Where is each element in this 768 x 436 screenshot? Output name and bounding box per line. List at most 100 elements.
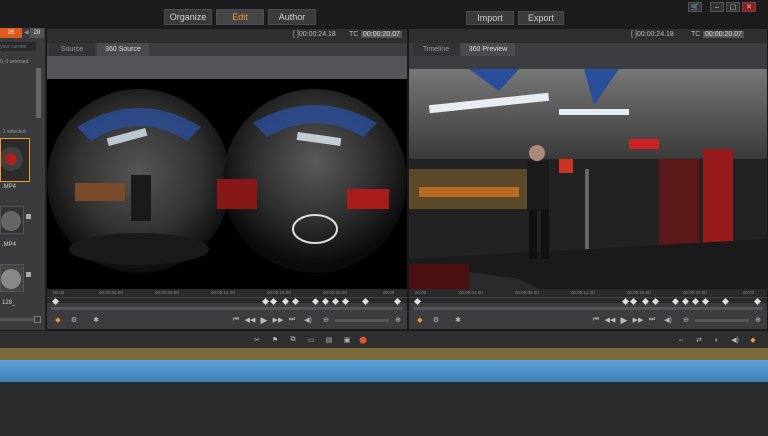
source-keyframe-track[interactable]	[47, 297, 407, 306]
go-to-end-icon[interactable]: ⏭	[647, 315, 657, 325]
zoom-slider[interactable]	[0, 318, 34, 321]
keyframe[interactable]	[269, 297, 278, 306]
clip-thumbnail[interactable]	[0, 264, 24, 292]
keyframe[interactable]	[681, 297, 690, 306]
source-viewer[interactable]	[47, 79, 407, 289]
keyframe[interactable]	[621, 297, 630, 306]
keyframe[interactable]	[341, 297, 350, 306]
preview-tc-label: TC	[691, 31, 701, 38]
trim-icon[interactable]: ▭	[306, 335, 316, 345]
settings-icon[interactable]: ⚙	[69, 315, 79, 325]
keyframe[interactable]	[671, 297, 680, 306]
source-scrubber[interactable]	[51, 307, 403, 310]
audio-icon[interactable]: ◐	[712, 335, 722, 345]
import-button[interactable]: Import	[466, 11, 514, 25]
keyframe[interactable]	[261, 297, 270, 306]
zoom-in-icon[interactable]: ⊕	[753, 315, 763, 325]
zoom-slider[interactable]	[695, 319, 749, 322]
close-icon[interactable]: ✕	[742, 2, 756, 12]
snap-icon[interactable]: ⧉	[288, 335, 298, 345]
tab-source[interactable]: Source	[49, 43, 95, 56]
restore-icon[interactable]: ▢	[726, 2, 740, 12]
ruler-tick: 00:00:12.00	[571, 290, 595, 295]
gear-icon[interactable]: ✱	[453, 315, 463, 325]
zoom-out-icon[interactable]: ⊖	[681, 315, 691, 325]
keyframe[interactable]	[721, 297, 730, 306]
view-toggle-icon[interactable]	[34, 316, 41, 323]
go-to-start-icon[interactable]: ⏮	[591, 315, 601, 325]
ripple-icon[interactable]: ⇄	[694, 335, 704, 345]
keyframe[interactable]	[331, 297, 340, 306]
keyframe[interactable]	[361, 297, 370, 306]
step-forward-icon[interactable]: ▶▶	[273, 315, 284, 325]
keyframe[interactable]	[51, 297, 60, 306]
source-ruler[interactable]: 00.00 00:00:04.00 00:00:08.00 00:00:12.0…	[47, 289, 407, 297]
keyframe[interactable]	[651, 297, 660, 306]
library-count-right[interactable]: 28	[30, 28, 44, 38]
author-button[interactable]: Author	[268, 9, 316, 25]
timeline-track-video[interactable]	[0, 360, 768, 382]
keyframe[interactable]	[393, 297, 402, 306]
source-tc-label: TC	[349, 31, 359, 38]
keyframe[interactable]	[281, 297, 290, 306]
keyframe[interactable]	[691, 297, 700, 306]
timeline-track-title[interactable]	[0, 348, 768, 360]
volume-icon[interactable]: ◀)	[303, 315, 313, 325]
settings-icon[interactable]: ⚙	[431, 315, 441, 325]
title-icon[interactable]: ▤	[324, 335, 334, 345]
go-to-end-icon[interactable]: ⏭	[287, 315, 297, 325]
record-icon[interactable]: ⬤	[358, 335, 368, 345]
step-forward-icon[interactable]: ▶▶	[633, 315, 644, 325]
keyframe[interactable]	[291, 297, 300, 306]
play-icon[interactable]: ▶	[619, 315, 629, 325]
marker-icon[interactable]: ◆	[415, 315, 425, 325]
ruler-tick: 00.00	[53, 290, 65, 295]
chevron-left-icon[interactable]: ◀	[24, 29, 29, 36]
razor-icon[interactable]: ✂	[252, 335, 262, 345]
source-timecode[interactable]: 00:00:20.07	[361, 31, 402, 38]
library-scrollbar[interactable]	[36, 68, 41, 118]
library-count-left[interactable]: 26	[0, 28, 22, 38]
clip-thumbnail[interactable]	[0, 138, 30, 182]
zoom-in-icon[interactable]: ⊕	[393, 315, 403, 325]
organize-button[interactable]: Organize	[164, 9, 212, 25]
zoom-slider[interactable]	[335, 319, 389, 322]
library-search-input[interactable]	[0, 42, 36, 51]
go-to-start-icon[interactable]: ⏮	[231, 315, 241, 325]
edit-button[interactable]: Edit	[216, 9, 264, 25]
marker-tool-icon[interactable]: ⚑	[270, 335, 280, 345]
volume-icon[interactable]: ◀)	[663, 315, 673, 325]
timeline-track-empty[interactable]	[0, 382, 768, 436]
keyframe[interactable]	[321, 297, 330, 306]
fx-icon[interactable]: ▣	[342, 335, 352, 345]
play-icon[interactable]: ▶	[259, 315, 269, 325]
marker-icon[interactable]: ◆	[53, 315, 63, 325]
ruler-tick: 00:00:20.00	[683, 290, 707, 295]
keyframe[interactable]	[753, 297, 762, 306]
gear-icon[interactable]: ✱	[91, 315, 101, 325]
tab-360-preview[interactable]: 360 Preview	[461, 43, 515, 56]
zoom-out-icon[interactable]: ⊖	[321, 315, 331, 325]
keyframe-mode-icon[interactable]: ◆	[748, 335, 758, 345]
keyframe[interactable]	[629, 297, 638, 306]
tab-timeline[interactable]: Timeline	[413, 43, 459, 56]
cart-icon[interactable]: 🛒	[688, 2, 702, 12]
preview-keyframe-track[interactable]	[409, 297, 767, 306]
tab-360-source[interactable]: 360 Source	[97, 43, 149, 56]
link-icon[interactable]: ⇔	[676, 335, 686, 345]
clip-thumbnail[interactable]	[0, 206, 24, 234]
export-button[interactable]: Export	[518, 11, 564, 25]
preview-timecode[interactable]: 00:00:20.07	[703, 31, 744, 38]
keyframe[interactable]	[413, 297, 422, 306]
step-back-icon[interactable]: ◀◀	[605, 315, 616, 325]
keyframe[interactable]	[311, 297, 320, 306]
preview-viewer[interactable]	[409, 69, 767, 299]
step-back-icon[interactable]: ◀◀	[245, 315, 256, 325]
preview-scrubber[interactable]	[413, 307, 763, 310]
volume-mixer-icon[interactable]: ◀)	[730, 335, 740, 345]
preview-ruler[interactable]: 00.00 00:00:04.00 00:00:08.00 00:00:12.0…	[409, 289, 767, 297]
preview-panel: [ ]00:00:24.18 TC 00:00:20.07 Timeline 3…	[408, 28, 768, 330]
keyframe[interactable]	[641, 297, 650, 306]
minimize-icon[interactable]: –	[710, 2, 724, 12]
keyframe[interactable]	[701, 297, 710, 306]
